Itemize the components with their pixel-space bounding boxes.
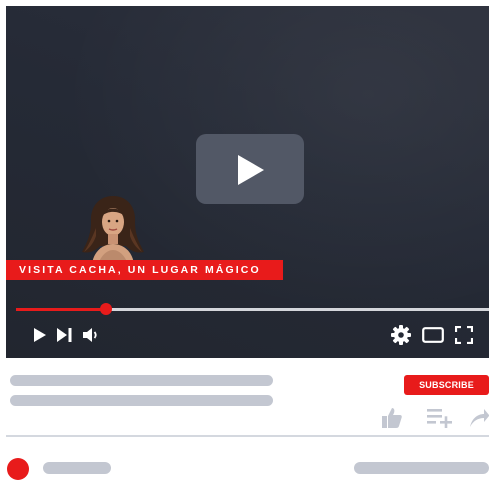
- channel-name-placeholder: [43, 462, 111, 474]
- video-player[interactable]: VISITA CACHA, UN LUGAR MÁGICO: [6, 6, 489, 358]
- big-play-button[interactable]: [196, 134, 304, 204]
- theater-mode-icon[interactable]: [422, 327, 444, 343]
- divider: [6, 435, 489, 437]
- comment-placeholder-line: [354, 462, 489, 474]
- share-icon[interactable]: [470, 408, 489, 428]
- add-to-playlist-icon[interactable]: [427, 408, 453, 428]
- video-title-banner: VISITA CACHA, UN LUGAR MÁGICO: [6, 260, 283, 280]
- play-icon: [238, 155, 264, 185]
- progress-scrubber[interactable]: [99, 303, 112, 315]
- volume-icon[interactable]: [82, 326, 100, 344]
- title-placeholder-line: [10, 375, 273, 386]
- progress-fill: [16, 308, 106, 311]
- gear-icon[interactable]: [391, 325, 411, 345]
- play-icon[interactable]: [34, 328, 46, 342]
- woman-avatar: [82, 196, 144, 264]
- progress-bar[interactable]: [16, 303, 489, 315]
- channel-avatar[interactable]: [7, 458, 29, 480]
- subscribe-button[interactable]: SUBSCRIBE: [404, 375, 489, 395]
- thumbs-up-icon[interactable]: [381, 407, 403, 429]
- fullscreen-icon[interactable]: [455, 326, 473, 344]
- description-placeholder-line: [10, 395, 273, 406]
- skip-next-icon[interactable]: [57, 328, 72, 342]
